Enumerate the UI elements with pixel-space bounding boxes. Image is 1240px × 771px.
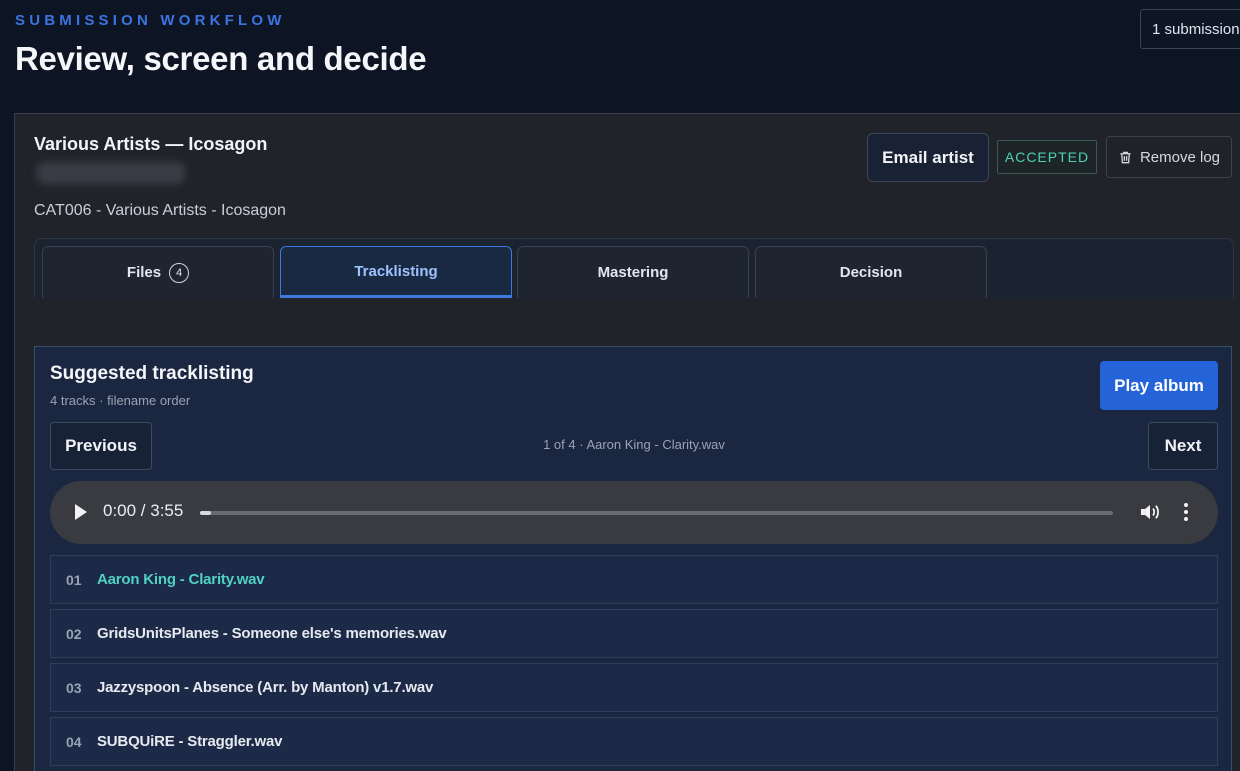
track-row[interactable]: 03 Jazzyspoon - Absence (Arr. by Manton)… [50,663,1218,712]
tab-mastering-label: Mastering [597,264,669,281]
now-playing-label: 1 of 4 · Aaron King - Clarity.wav [543,437,725,452]
play-album-button[interactable]: Play album [1100,361,1218,410]
catalog-line: CAT006 - Various Artists - Icosagon [34,202,286,219]
eyebrow-label: SUBMISSION WORKFLOW [15,12,286,29]
more-options-icon[interactable] [1181,502,1191,522]
submission-count-button[interactable]: 1 submission [1140,9,1240,49]
remove-log-button[interactable]: Remove log [1106,136,1232,178]
track-number: 01 [66,571,82,588]
tab-files-count-badge: 4 [169,262,190,283]
track-name: Jazzyspoon - Absence (Arr. by Manton) v1… [97,679,434,696]
tab-files[interactable]: Files 4 [42,246,274,298]
track-number: 04 [66,733,82,750]
track-row[interactable]: 01 Aaron King - Clarity.wav [50,555,1218,604]
audio-seek-progress [200,511,211,515]
audio-seek-bar[interactable] [200,511,1113,515]
status-badge: ACCEPTED [997,140,1097,174]
track-name: Aaron King - Clarity.wav [97,571,265,588]
redacted-blur [37,162,185,184]
audio-time: 0:00 / 3:55 [103,501,184,520]
email-artist-button[interactable]: Email artist [867,133,989,182]
track-row[interactable]: 02 GridsUnitsPlanes - Someone else's mem… [50,609,1218,658]
play-icon[interactable] [74,503,88,521]
audio-player: 0:00 / 3:55 [50,481,1218,544]
tracklisting-card: Suggested tracklisting 4 tracks · filena… [34,346,1232,771]
tracklisting-title: Suggested tracklisting [50,363,254,384]
track-row[interactable]: 04 SUBQUiRE - Straggler.wav [50,717,1218,766]
submission-title: Various Artists — Icosagon [34,134,268,154]
tab-tracklisting[interactable]: Tracklisting [280,246,512,298]
tab-decision[interactable]: Decision [755,246,987,298]
page-title: Review, screen and decide [15,40,427,77]
tab-bar: Files 4 Tracklisting Mastering Decision [34,238,1234,298]
volume-icon[interactable] [1139,502,1161,522]
submission-panel: Various Artists — Icosagon CAT006 - Vari… [14,113,1240,771]
remove-log-label: Remove log [1139,148,1221,166]
track-name: GridsUnitsPlanes - Someone else's memori… [97,625,447,642]
track-number: 02 [66,625,82,642]
track-number: 03 [66,679,82,696]
tab-mastering[interactable]: Mastering [517,246,749,298]
tab-files-label: Files [126,264,162,281]
track-list: 01 Aaron King - Clarity.wav 02 GridsUnit… [50,555,1218,771]
tracklisting-meta: 4 tracks · filename order [50,393,191,408]
track-name: SUBQUiRE - Straggler.wav [97,733,283,750]
tab-decision-label: Decision [839,264,903,281]
trash-icon [1120,151,1131,163]
next-button[interactable]: Next [1148,422,1218,470]
tab-tracklisting-label: Tracklisting [354,262,438,280]
